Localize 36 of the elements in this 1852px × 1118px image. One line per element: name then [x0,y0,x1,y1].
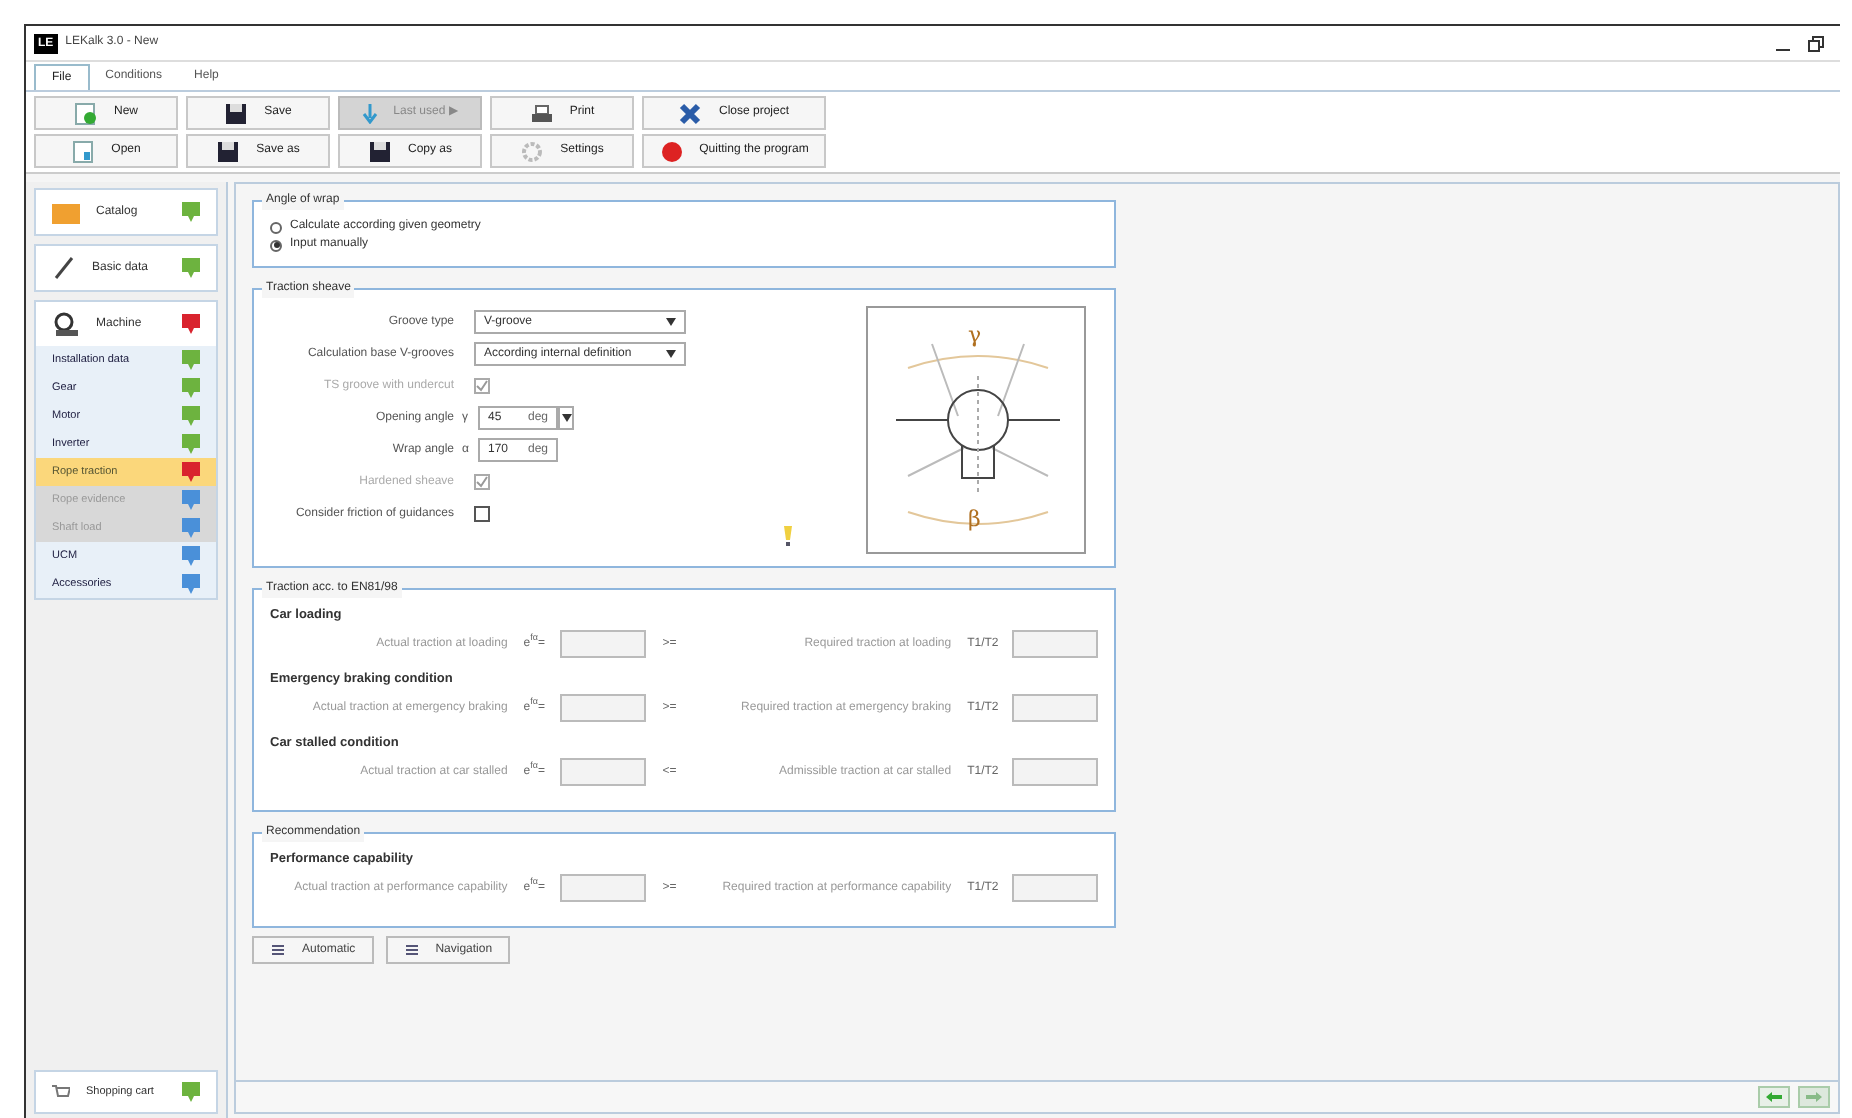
result-field [560,758,647,786]
checkbox[interactable] [474,506,490,522]
check-icon [476,476,488,488]
radio-button[interactable] [270,239,282,251]
printer-icon [529,101,554,125]
caret-icon [666,318,676,326]
gamma-label: γ [968,320,982,352]
close-icon [678,101,703,125]
caret-icon [666,350,676,358]
document-icon [71,139,96,163]
beta-label: β [968,504,981,536]
folder-icon [52,200,80,224]
list-icon [403,942,420,958]
left-arrow-icon [1766,1092,1782,1102]
result-field [1011,694,1098,722]
new-document-icon [73,101,98,125]
restore-icon[interactable] [1808,35,1824,51]
radio-button[interactable] [270,221,282,233]
right-arrow-icon [1806,1092,1822,1102]
caret-icon [561,414,571,422]
back-button[interactable] [1758,1086,1790,1108]
result-field [560,630,647,658]
check-icon [476,380,488,392]
machine-icon [52,312,80,336]
stop-icon [659,139,684,163]
result-field [1011,874,1098,902]
pen-icon [52,256,76,280]
down-arrow-icon [361,103,378,123]
result-field [560,694,647,722]
result-field [1011,630,1098,658]
result-field [560,874,647,902]
dropdown-button[interactable] [558,406,574,430]
list-icon [270,942,286,958]
cart-icon [52,1083,70,1101]
gear-icon [520,139,545,163]
result-field [1011,758,1098,786]
